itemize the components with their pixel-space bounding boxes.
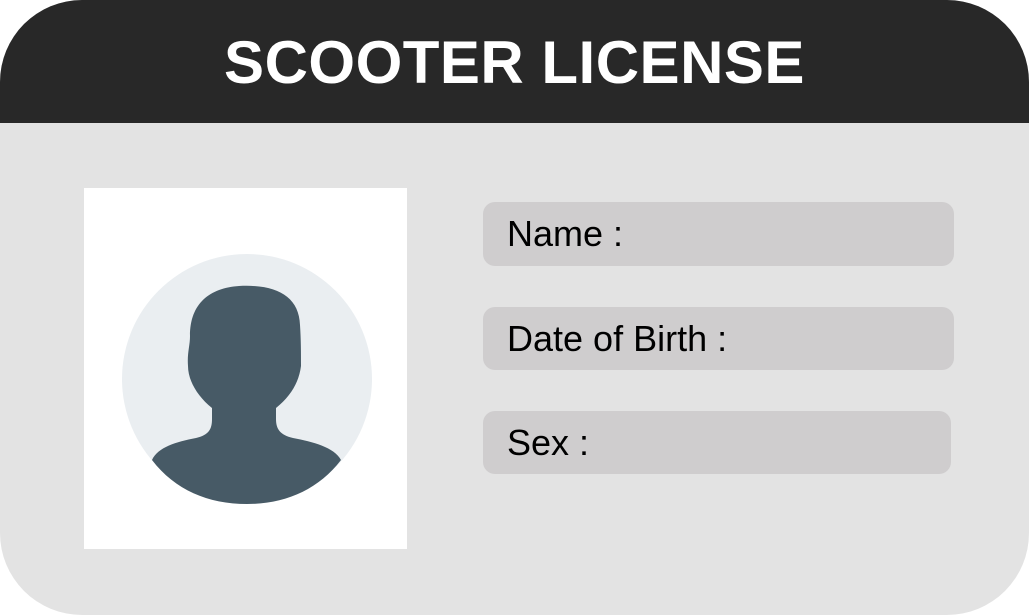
sex-field: Sex :	[483, 411, 951, 474]
user-silhouette-icon	[122, 254, 372, 504]
card-title: SCOOTER LICENSE	[224, 28, 805, 96]
sex-label: Sex :	[507, 421, 590, 463]
date-of-birth-field: Date of Birth :	[483, 307, 954, 370]
photo-box	[84, 188, 407, 549]
date-of-birth-label: Date of Birth :	[507, 317, 728, 359]
name-label: Name :	[507, 213, 624, 254]
name-field: Name :	[483, 202, 954, 266]
card-header: SCOOTER LICENSE	[0, 0, 1029, 123]
license-card: SCOOTER LICENSE Name : Date of Birth : S…	[0, 0, 1029, 615]
